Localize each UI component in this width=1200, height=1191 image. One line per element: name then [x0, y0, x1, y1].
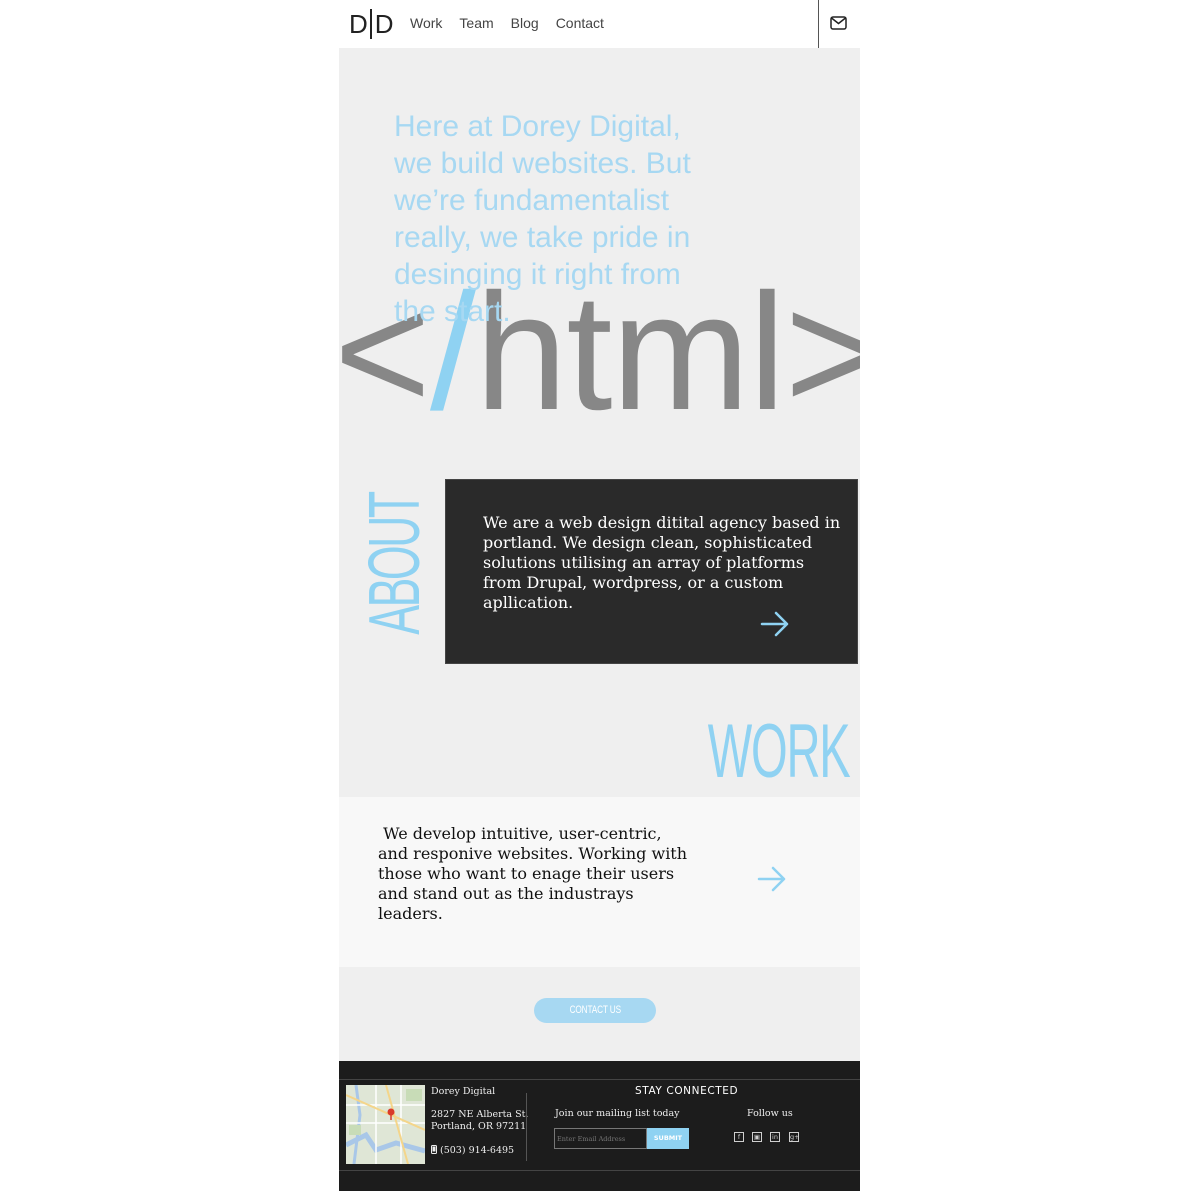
phone-icon: [431, 1145, 437, 1154]
city-address: Portland, OR 97211: [431, 1121, 527, 1132]
location-map[interactable]: [346, 1085, 425, 1164]
page: DD Work Team Blog Contact </html> Here at D…: [339, 0, 860, 1191]
mail-button[interactable]: [818, 0, 860, 48]
site-header: DD Work Team Blog Contact: [339, 0, 860, 48]
company-name: Dorey Digital: [431, 1086, 496, 1097]
street-address: 2827 NE Alberta St.: [431, 1109, 529, 1120]
work-section: We develop intuitive, user-centric, and …: [339, 797, 860, 967]
instagram-icon[interactable]: ▣: [752, 1132, 762, 1142]
about-card: We are a web design ditital agency based…: [445, 479, 858, 664]
footer-divider-bottom: [339, 1170, 860, 1171]
envelope-icon: [830, 16, 847, 30]
stay-connected-heading: STAY CONNECTED: [635, 1085, 739, 1097]
main-nav: Work Team Blog Contact: [410, 15, 621, 31]
follow-us-label: Follow us: [747, 1108, 793, 1119]
email-input[interactable]: [554, 1128, 647, 1149]
nav-item-contact[interactable]: Contact: [556, 15, 604, 31]
google-plus-icon[interactable]: g+: [789, 1132, 800, 1142]
mailing-list-label: Join our mailing list today: [555, 1108, 680, 1119]
nav-item-blog[interactable]: Blog: [511, 15, 539, 31]
work-heading: WORK: [707, 709, 850, 794]
submit-button[interactable]: SUBMIT: [647, 1128, 689, 1149]
contact-us-button[interactable]: CONTACT US: [534, 998, 656, 1023]
nav-item-team[interactable]: Team: [459, 15, 493, 31]
nav-item-work[interactable]: Work: [410, 15, 442, 31]
about-text: We are a web design ditital agency based…: [483, 513, 841, 612]
site-footer: Dorey Digital 2827 NE Alberta St. Portla…: [339, 1061, 860, 1191]
logo[interactable]: DD: [349, 9, 394, 39]
facebook-icon[interactable]: f: [734, 1132, 744, 1142]
map-graphic: [346, 1085, 425, 1164]
hero-intro: Here at Dorey Digital, we build websites…: [394, 110, 691, 328]
footer-divider-vertical: [526, 1093, 527, 1161]
arrow-right-icon[interactable]: [760, 611, 790, 637]
footer-divider-top: [339, 1079, 860, 1080]
arrow-right-icon[interactable]: [757, 866, 787, 892]
work-text: We develop intuitive, user-centric, and …: [378, 824, 693, 923]
phone-number[interactable]: (503) 914-6495: [431, 1145, 514, 1157]
linkedin-icon[interactable]: in: [770, 1132, 780, 1142]
about-heading: ABOUT: [355, 493, 435, 635]
